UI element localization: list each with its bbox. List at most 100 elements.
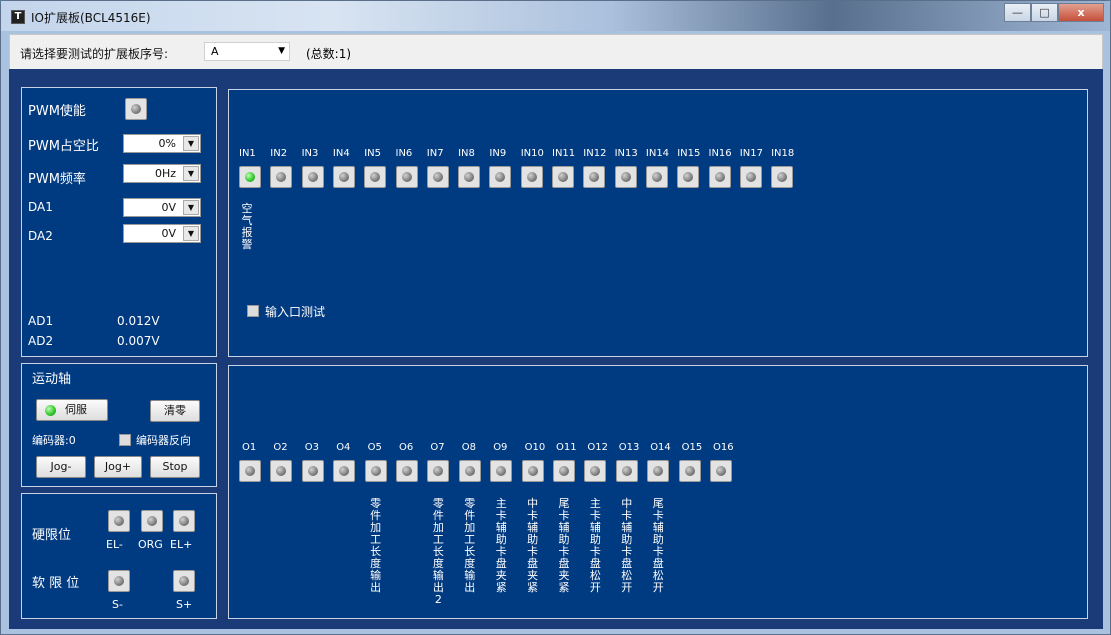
maximize-button[interactable]: □ xyxy=(1031,3,1058,22)
output-description: 零件加工长度输出 xyxy=(370,497,382,594)
org-label: ORG xyxy=(138,538,163,551)
minimize-button[interactable]: — xyxy=(1004,3,1031,22)
output-description: 中卡辅助卡盘松开 xyxy=(621,497,633,594)
output-channel-label: O13 xyxy=(618,442,640,453)
da1-select[interactable]: 0V ▼ xyxy=(123,198,201,217)
motion-panel: 运动轴 伺服 清零 编码器:0 编码器反向 Jog- Jog+ Stop xyxy=(21,363,217,487)
da2-select[interactable]: 0V ▼ xyxy=(123,224,201,243)
board-select-label: 请选择要测试的扩展板序号: xyxy=(20,47,169,61)
input-indicator xyxy=(708,166,731,188)
output-channel-label: O6 xyxy=(399,442,414,453)
ad1-label: AD1 xyxy=(28,314,54,328)
input-test-checkbox[interactable] xyxy=(247,305,259,317)
output-toggle[interactable] xyxy=(584,460,607,482)
output-channel-label: O7 xyxy=(430,442,445,453)
input-indicator xyxy=(426,166,449,188)
pwm-duty-select[interactable]: 0% ▼ xyxy=(123,134,201,153)
input-indicator xyxy=(364,166,387,188)
output-channel-label: O12 xyxy=(587,442,608,453)
output-toggle[interactable] xyxy=(553,460,575,482)
encoder-reverse-checkbox[interactable] xyxy=(119,434,131,446)
input-indicator xyxy=(520,166,543,188)
input-indicator xyxy=(239,166,261,188)
el-plus-indicator xyxy=(173,510,195,532)
input-channel-label: IN6 xyxy=(395,148,413,159)
s-minus-label: S- xyxy=(112,598,123,611)
input-channel-label: IN12 xyxy=(583,148,607,159)
clear-button[interactable]: 清零 xyxy=(150,400,200,422)
output-description: 主卡辅助卡盘夹紧 xyxy=(495,497,507,594)
stop-button[interactable]: Stop xyxy=(150,456,200,478)
input-test-label: 输入口测试 xyxy=(265,305,326,319)
output-toggle[interactable] xyxy=(270,460,293,482)
close-button[interactable]: x xyxy=(1058,3,1104,22)
output-channel-label: O4 xyxy=(336,442,351,453)
input-channel-label: IN11 xyxy=(552,148,576,159)
pwm-duty-value: 0% xyxy=(158,137,176,150)
input-channel-label: IN7 xyxy=(426,148,444,159)
servo-label: 伺服 xyxy=(65,403,87,416)
output-toggle[interactable] xyxy=(364,460,387,482)
app-icon: T xyxy=(11,10,25,24)
pwm-panel: PWM使能 PWM占空比 0% ▼ PWM频率 0Hz ▼ DA1 0V ▼ DA2 … xyxy=(21,87,217,357)
output-toggle[interactable] xyxy=(678,460,701,482)
input-channel-label: IN16 xyxy=(708,148,732,159)
input-channel-label: IN2 xyxy=(270,148,288,159)
ad1-value: 0.012V xyxy=(117,314,160,328)
inputs-panel: IN1 IN2 IN3 IN4 IN5 IN6 IN7 IN8 IN9 IN10 IN11 IN12 I… xyxy=(228,89,1088,357)
output-toggle[interactable] xyxy=(301,460,324,482)
input-channel-label: IN9 xyxy=(489,148,507,159)
output-toggle[interactable] xyxy=(710,460,732,482)
board-select-value: A xyxy=(211,45,219,58)
servo-button[interactable]: 伺服 xyxy=(36,399,108,421)
input-indicator xyxy=(395,166,418,188)
board-select-dropdown[interactable]: A ▼ xyxy=(204,42,290,61)
da2-value: 0V xyxy=(161,227,176,240)
limits-panel: 硬限位 EL- ORG EL+ 软 限 位 S- S+ xyxy=(21,493,217,619)
pwm-freq-select[interactable]: 0Hz ▼ xyxy=(123,164,201,183)
input-indicator xyxy=(458,166,481,188)
output-toggle[interactable] xyxy=(333,460,356,482)
output-toggle[interactable] xyxy=(458,460,481,482)
da1-label: DA1 xyxy=(28,200,53,214)
output-description: 零件加工长度输出 xyxy=(464,497,476,594)
output-toggle[interactable] xyxy=(239,460,261,482)
pwm-freq-label: PWM频率 xyxy=(28,172,86,187)
input-channel-label: IN15 xyxy=(677,148,701,159)
output-toggle[interactable] xyxy=(427,460,450,482)
output-channel-label: O1 xyxy=(242,442,257,453)
in1-description: 空气报警 xyxy=(241,202,253,251)
board-count: (总数:1) xyxy=(306,47,352,61)
outputs-panel: O1 O2 O3 O4 O5 O6 O7 O8 O9 O10 O11 O12 O13 O14 O15 O16 … xyxy=(228,365,1088,619)
s-minus-indicator xyxy=(108,570,130,592)
hard-limit-label: 硬限位 xyxy=(32,528,72,543)
title-bar[interactable]: T IO扩展板(BCL4516E) — □ x xyxy=(1,1,1110,31)
output-toggle[interactable] xyxy=(396,460,418,482)
input-indicator xyxy=(645,166,668,188)
input-indicator xyxy=(614,166,637,188)
output-toggle[interactable] xyxy=(490,460,513,482)
output-channel-label: O5 xyxy=(367,442,382,453)
output-channel-label: O8 xyxy=(461,442,477,453)
motion-title: 运动轴 xyxy=(32,372,72,387)
jog-minus-button[interactable]: Jog- xyxy=(36,456,86,478)
s-plus-label: S+ xyxy=(176,598,193,611)
input-channel-label: IN13 xyxy=(614,148,638,159)
pwm-duty-label: PWM占空比 xyxy=(28,139,99,154)
input-channel-label: IN17 xyxy=(739,148,763,159)
client-area: PWM使能 PWM占空比 0% ▼ PWM频率 0Hz ▼ DA1 0V ▼ DA2 … xyxy=(9,69,1103,629)
output-description: 中卡辅助卡盘夹紧 xyxy=(527,497,539,594)
input-channel-label: IN10 xyxy=(520,148,544,159)
output-toggle[interactable] xyxy=(521,460,544,482)
el-minus-label: EL- xyxy=(106,538,123,551)
window-title: IO扩展板(BCL4516E) xyxy=(31,11,151,25)
input-indicator xyxy=(332,166,355,188)
pwm-enable-toggle[interactable] xyxy=(125,98,147,120)
output-channel-label: O3 xyxy=(304,442,320,453)
output-toggle[interactable] xyxy=(615,460,638,482)
input-channel-label: IN5 xyxy=(364,148,381,159)
output-toggle[interactable] xyxy=(647,460,670,482)
output-channel-label: O2 xyxy=(273,442,288,453)
ad2-label: AD2 xyxy=(28,334,54,348)
jog-plus-button[interactable]: Jog+ xyxy=(94,456,142,478)
